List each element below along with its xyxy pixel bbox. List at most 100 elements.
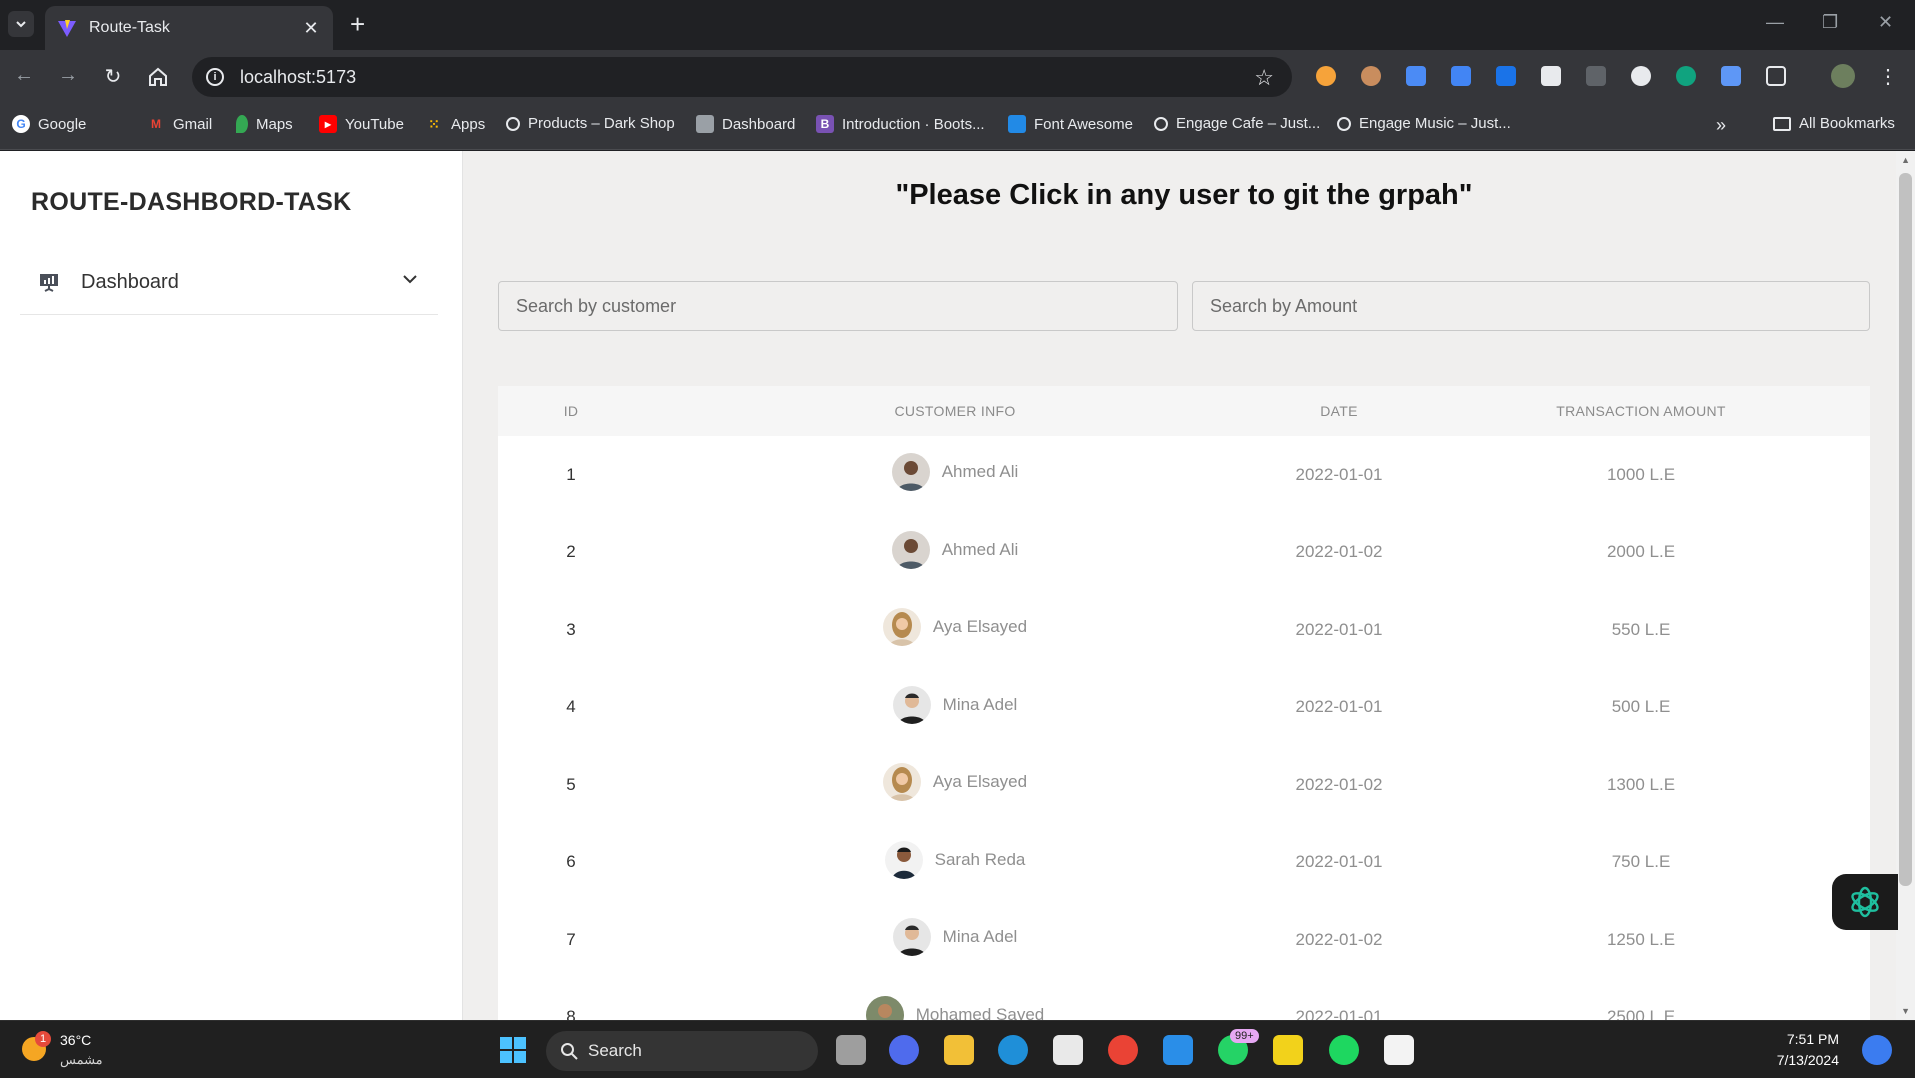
tab-strip: Route-Task ✕ + — ❐ ✕ <box>0 0 1915 50</box>
extension-icon[interactable] <box>1586 66 1606 86</box>
scrollbar-thumb[interactable] <box>1899 173 1912 886</box>
cell-date: 2022-01-02 <box>1295 929 1383 949</box>
spotify-icon[interactable] <box>1329 1035 1359 1065</box>
bookmark-products-dark-shop[interactable]: Products – Dark Shop <box>506 115 675 132</box>
google-icon: G <box>12 115 30 133</box>
cell-id: 5 <box>566 774 576 794</box>
file-explorer-icon[interactable] <box>944 1035 974 1065</box>
back-icon[interactable]: ← <box>12 64 36 87</box>
cell-customer: Aya Elsayed <box>644 746 1266 824</box>
bookmark-youtube[interactable]: ▶ YouTube <box>319 115 404 133</box>
cell-id: 7 <box>566 929 576 949</box>
extension-icon[interactable] <box>1631 66 1651 86</box>
bookmark-engage-cafe[interactable]: Engage Cafe – Just... <box>1154 115 1320 132</box>
address-bar[interactable]: i localhost:5173 ☆ <box>192 57 1292 97</box>
task-view-icon[interactable] <box>836 1035 866 1065</box>
bookmark-engage-music[interactable]: Engage Music – Just... <box>1337 115 1511 132</box>
weather-temperature[interactable]: 36°C <box>60 1032 91 1048</box>
chrome-icon[interactable] <box>1108 1035 1138 1065</box>
close-tab-icon[interactable]: ✕ <box>301 18 321 39</box>
cell-amount: 550 L.E <box>1611 619 1671 639</box>
page-headline: "Please Click in any user to git the grp… <box>895 179 1473 211</box>
extension-icon[interactable] <box>1721 66 1741 86</box>
app-icon[interactable] <box>1273 1035 1303 1065</box>
sidebar: ROUTE-DASHBORD-TASK Dashboard <box>0 151 463 1020</box>
more-bookmarks-icon[interactable]: » <box>1716 115 1726 136</box>
profile-avatar[interactable] <box>1831 64 1855 88</box>
extension-icon[interactable] <box>1316 66 1336 86</box>
column-header-id: ID <box>563 403 579 419</box>
clock-time[interactable]: 7:51 PM <box>1787 1031 1839 1047</box>
minimize-icon[interactable]: — <box>1766 12 1784 33</box>
bookmark-bootstrap[interactable]: B Introduction · Boots... <box>816 115 985 133</box>
customer-name: Mina Adel <box>942 694 1018 714</box>
browser-toolbar: ← → ↻ i localhost:5173 ☆ ⋮ <box>0 50 1915 102</box>
bookmark-maps[interactable]: Maps <box>236 115 293 133</box>
extension-icon[interactable] <box>1541 66 1561 86</box>
forward-icon[interactable]: → <box>56 64 80 87</box>
scroll-up-icon[interactable]: ▲ <box>1901 155 1910 165</box>
globe-icon <box>506 116 520 131</box>
table-row[interactable]: 1 Ahmed Ali 2022-01-01 1000 L.E <box>498 436 1870 514</box>
snipping-tool-icon[interactable] <box>1384 1035 1414 1065</box>
table-row[interactable]: 8 Mohamed Sayed 2022-01-01 2500 L.E <box>498 979 1870 1020</box>
table-row[interactable]: 3 Aya Elsayed 2022-01-01 550 L.E <box>498 591 1870 669</box>
table-row[interactable]: 7 Mina Adel 2022-01-02 1250 L.E <box>498 901 1870 979</box>
cell-customer: Sarah Reda <box>644 824 1266 902</box>
tab-search-button[interactable] <box>8 11 34 37</box>
site-info-icon[interactable]: i <box>206 68 224 86</box>
chatgpt-floating-button[interactable] <box>1832 874 1898 930</box>
chatgpt-extension-icon[interactable] <box>1676 66 1696 86</box>
reload-icon[interactable]: ↻ <box>101 64 125 89</box>
url-text: localhost:5173 <box>240 66 357 87</box>
more-menu-icon[interactable]: ⋮ <box>1876 64 1900 89</box>
restore-icon[interactable]: ❐ <box>1822 12 1838 33</box>
column-header-customer-info: CUSTOMER INFO <box>894 403 1016 419</box>
zoom-icon[interactable] <box>889 1035 919 1065</box>
search-amount-input[interactable] <box>1192 281 1870 331</box>
vite-icon <box>58 20 76 37</box>
table-row[interactable]: 5 Aya Elsayed 2022-01-02 1300 L.E <box>498 746 1870 824</box>
new-tab-button[interactable]: + <box>350 10 365 38</box>
clock-date[interactable]: 7/13/2024 <box>1777 1052 1839 1068</box>
chevron-down-icon[interactable] <box>398 267 422 291</box>
search-customer-input[interactable] <box>498 281 1178 331</box>
cell-date: 2022-01-01 <box>1295 697 1383 717</box>
customer-name: Sarah Reda <box>934 849 1026 869</box>
table-row[interactable]: 6 Sarah Reda 2022-01-01 750 L.E <box>498 824 1870 902</box>
bookmark-apps[interactable]: ⁙ Apps <box>425 115 485 133</box>
extension-icon[interactable] <box>1406 66 1426 86</box>
bookmark-google[interactable]: G Google <box>12 115 86 133</box>
bookmark-font-awesome[interactable]: Font Awesome <box>1008 115 1133 133</box>
bookmark-star-icon[interactable]: ☆ <box>1254 65 1274 91</box>
bookmarks-bar: G Google M Gmail Maps ▶ YouTube ⁙ Apps P… <box>0 102 1915 150</box>
edge-icon[interactable] <box>998 1035 1028 1065</box>
copilot-icon[interactable] <box>1862 1035 1892 1065</box>
transactions-table: ID CUSTOMER INFO DATE TRANSACTION AMOUNT… <box>498 386 1870 1020</box>
scroll-down-icon[interactable]: ▼ <box>1901 1006 1910 1016</box>
google-translate-icon[interactable] <box>1451 66 1471 86</box>
vscode-icon[interactable] <box>1163 1035 1193 1065</box>
extensions-menu-icon[interactable] <box>1766 66 1786 86</box>
bookmark-gmail[interactable]: M Gmail <box>147 115 212 133</box>
search-icon <box>561 1043 578 1060</box>
cell-date: 2022-01-02 <box>1295 774 1383 794</box>
taskbar-search[interactable]: Search <box>546 1031 818 1071</box>
home-icon[interactable] <box>146 66 170 88</box>
microsoft-store-icon[interactable] <box>1053 1035 1083 1065</box>
extension-icon[interactable] <box>1361 66 1381 86</box>
all-bookmarks[interactable]: All Bookmarks <box>1773 115 1895 132</box>
cell-date: 2022-01-02 <box>1295 542 1383 562</box>
browser-tab[interactable]: Route-Task ✕ <box>45 6 333 50</box>
page-scrollbar[interactable]: ▲ ▼ <box>1896 151 1915 1020</box>
globe-icon <box>1154 116 1168 131</box>
bookmark-dashboard[interactable]: Dashboard <box>696 115 795 133</box>
table-row[interactable]: 2 Ahmed Ali 2022-01-02 2000 L.E <box>498 514 1870 592</box>
puzzle-extension-icon[interactable] <box>1496 66 1516 86</box>
close-window-icon[interactable]: ✕ <box>1878 12 1893 33</box>
windows-start-icon[interactable] <box>498 1035 528 1065</box>
avatar <box>891 530 930 569</box>
customer-name: Mohamed Sayed <box>915 1004 1045 1020</box>
sidebar-item-dashboard[interactable]: Dashboard <box>20 251 438 315</box>
table-row[interactable]: 4 Mina Adel 2022-01-01 500 L.E <box>498 669 1870 747</box>
